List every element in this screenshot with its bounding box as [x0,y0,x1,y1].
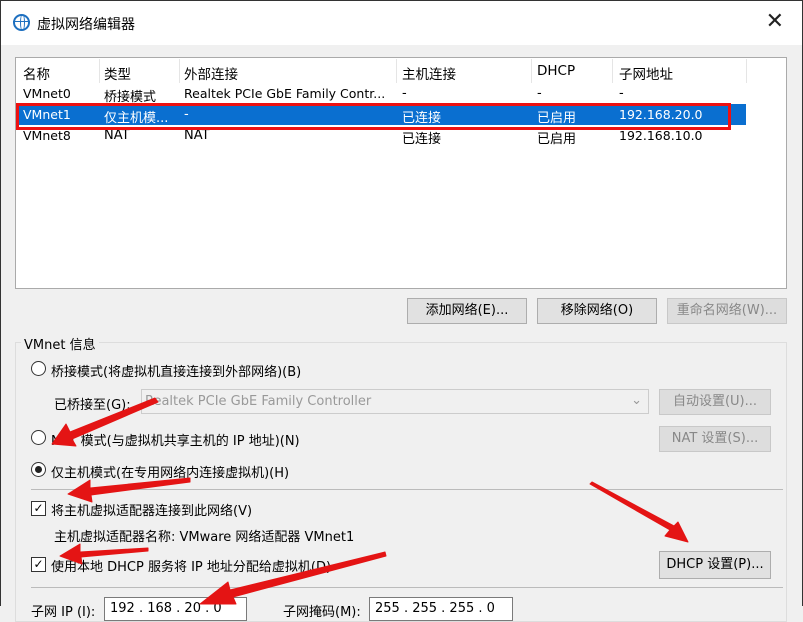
hostonly-label[interactable]: 仅主机模式(在专用网络内连接虚拟机)(H) [51,462,289,481]
divider [31,489,783,490]
col-dhcp[interactable]: DHCP [537,63,575,79]
table-row[interactable]: VMnet8 NAT NAT 已连接 已启用 192.168.10.0 [16,125,746,147]
nat-settings-button[interactable]: NAT 设置(S)... [659,426,771,452]
use-dhcp-checkbox[interactable]: ✓ [31,557,46,572]
subnet-ip-label: 子网 IP (I): [31,605,96,620]
cell: - [619,86,624,101]
cell: 已启用 [537,111,577,126]
remove-network-button[interactable]: 移除网络(O) [537,298,657,324]
nat-radio[interactable] [31,430,46,445]
subnet-mask-input[interactable]: 255 . 255 . 255 . 0 [369,597,513,621]
cell: 桥接模式 [104,90,157,105]
cell: NAT [104,128,130,143]
cell: 192.168.10.0 [619,128,703,143]
hostonly-radio[interactable] [31,462,46,477]
cell: Realtek PCIe GbE Family Contr... [184,86,386,101]
cell: NAT [184,128,210,143]
connect-adapter-label[interactable]: 将主机虚拟适配器连接到此网络(V) [51,500,252,519]
table-row[interactable]: VMnet0 桥接模式 Realtek PCIe GbE Family Cont… [16,83,746,105]
cell: 仅主机模... [104,111,169,126]
use-dhcp-label[interactable]: 使用本地 DHCP 服务将 IP 地址分配给虚拟机(D) [51,556,331,575]
col-type[interactable]: 类型 [104,63,131,83]
cell: - [537,86,542,101]
bridged-to-select[interactable]: Realtek PCIe GbE Family Controller ⌄ [141,389,649,414]
bridge-label[interactable]: 桥接模式(将虚拟机直接连接到外部网络)(B) [51,361,301,380]
cell: 已启用 [537,132,577,147]
cell: - [184,107,189,122]
close-button[interactable]: ✕ [766,9,784,34]
dhcp-settings-button[interactable]: DHCP 设置(P)... [659,551,771,579]
auto-settings-button[interactable]: 自动设置(U)... [659,389,771,415]
col-name[interactable]: 名称 [23,63,50,83]
cell: - [402,86,407,101]
mask-label: 子网掩码(M): [283,605,361,620]
bridged-to-label: 已桥接至(G): [54,398,131,413]
window-title: 虚拟网络编辑器 [37,17,135,33]
rename-network-button[interactable]: 重命名网络(W)... [667,298,787,324]
vmnet-info-group [15,342,787,622]
cell: 已连接 [402,111,442,126]
nat-label[interactable]: NAT 模式(与虚拟机共享主机的 IP 地址)(N) [51,430,300,449]
bridge-radio[interactable] [31,361,46,376]
cell: 已连接 [402,132,442,147]
chevron-down-icon: ⌄ [631,393,642,408]
add-network-button[interactable]: 添加网络(E)... [407,298,527,324]
col-host[interactable]: 主机连接 [402,63,456,83]
list-header: 名称 类型 外部连接 主机连接 DHCP 子网地址 [16,59,747,83]
adapter-name-text: 主机虚拟适配器名称: VMware 网络适配器 VMnet1 [54,530,355,545]
col-external[interactable]: 外部连接 [184,63,238,83]
network-list[interactable]: 名称 类型 外部连接 主机连接 DHCP 子网地址 VMnet0 桥接模式 Re… [15,57,787,289]
cell: 192.168.20.0 [619,107,703,122]
table-row-selected[interactable]: VMnet1 仅主机模... - 已连接 已启用 192.168.20.0 [16,104,746,126]
dialog-window: 虚拟网络编辑器 ✕ 名称 类型 外部连接 主机连接 DHCP 子网地址 VMne… [0,0,803,622]
subnet-ip-input[interactable]: 192 . 168 . 20 . 0 [104,597,247,621]
cell: VMnet8 [23,128,71,143]
cell: VMnet0 [23,86,71,101]
globe-icon [13,14,30,31]
col-subnet[interactable]: 子网地址 [619,63,673,83]
connect-adapter-checkbox[interactable]: ✓ [31,501,46,516]
cell: VMnet1 [23,107,71,122]
divider [31,587,783,588]
group-label: VMnet 信息 [21,334,99,353]
combo-value: Realtek PCIe GbE Family Controller [145,394,372,409]
title-bar: 虚拟网络编辑器 ✕ [1,1,802,45]
